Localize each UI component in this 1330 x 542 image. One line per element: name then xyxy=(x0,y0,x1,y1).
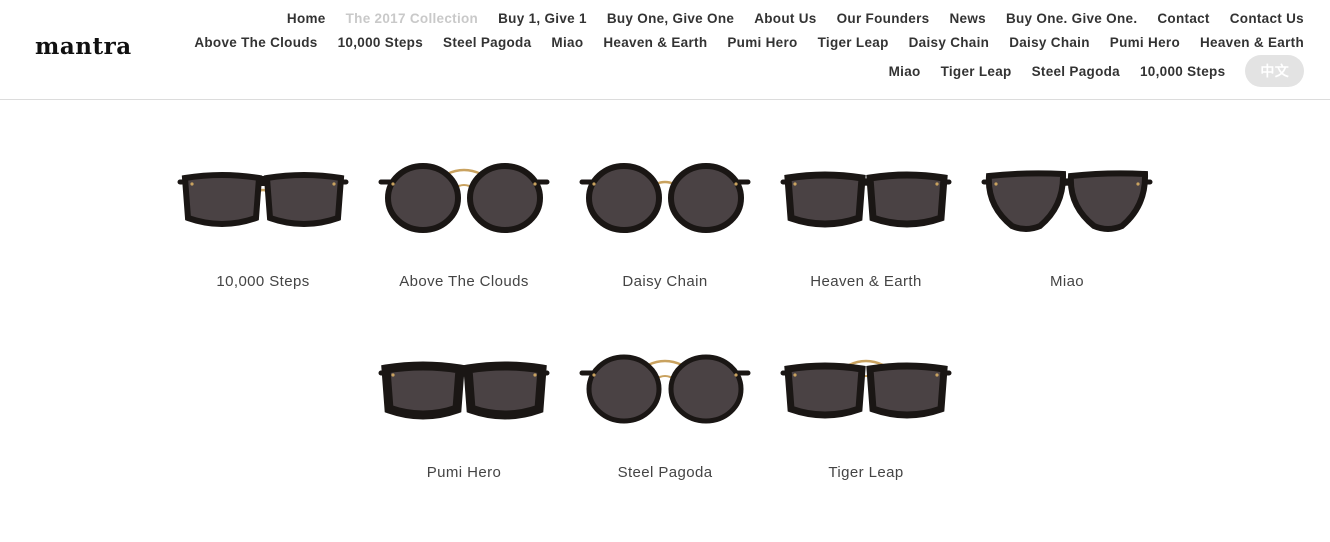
nav-contact[interactable]: Contact xyxy=(1157,11,1209,26)
product-name[interactable]: Heaven & Earth xyxy=(777,273,955,290)
nav-2017-collection[interactable]: The 2017 Collection xyxy=(346,11,479,26)
nav-news[interactable]: News xyxy=(949,11,985,26)
product-name[interactable]: Daisy Chain xyxy=(576,273,754,290)
nav-row-2: Above The Clouds 10,000 Steps Steel Pago… xyxy=(194,35,1304,50)
product-name[interactable]: 10,000 Steps xyxy=(174,273,352,290)
nav-row-3: Miao Tiger Leap Steel Pagoda 10,000 Step… xyxy=(889,55,1304,87)
nav-buy-one-give-one[interactable]: Buy One, Give One xyxy=(607,11,734,26)
nav-miao[interactable]: Miao xyxy=(551,35,583,50)
product-name[interactable]: Tiger Leap xyxy=(777,464,955,481)
nav-pumi-hero-2[interactable]: Pumi Hero xyxy=(1110,35,1180,50)
product-card[interactable]: Pumi Hero xyxy=(375,327,553,481)
nav-pumi-hero[interactable]: Pumi Hero xyxy=(727,35,797,50)
product-row-2: Pumi Hero Steel Pagoda Tiger Leap xyxy=(0,327,1330,481)
product-card[interactable]: Daisy Chain xyxy=(576,136,754,290)
sunglasses-image[interactable] xyxy=(777,136,955,256)
nav-miao-2[interactable]: Miao xyxy=(889,64,921,79)
product-card[interactable]: Heaven & Earth xyxy=(777,136,955,290)
nav-10000-steps-2[interactable]: 10,000 Steps xyxy=(1140,64,1225,79)
nav-contact-us[interactable]: Contact Us xyxy=(1230,11,1304,26)
nav-buy-1-give-1[interactable]: Buy 1, Give 1 xyxy=(498,11,587,26)
brand-logo[interactable]: mantra xyxy=(35,33,132,60)
sunglasses-image[interactable] xyxy=(375,327,553,447)
nav-buy-one-give-one-2[interactable]: Buy One. Give One. xyxy=(1006,11,1137,26)
nav-steel-pagoda[interactable]: Steel Pagoda xyxy=(443,35,531,50)
sunglasses-image[interactable] xyxy=(576,327,754,447)
product-name[interactable]: Steel Pagoda xyxy=(576,464,754,481)
language-toggle-button[interactable]: 中文 xyxy=(1245,55,1304,87)
nav-daisy-chain-2[interactable]: Daisy Chain xyxy=(1009,35,1090,50)
sunglasses-image[interactable] xyxy=(576,136,754,256)
nav-home[interactable]: Home xyxy=(287,11,326,26)
nav-tiger-leap[interactable]: Tiger Leap xyxy=(818,35,889,50)
product-name[interactable]: Above The Clouds xyxy=(375,273,553,290)
site-header: mantra Home The 2017 Collection Buy 1, G… xyxy=(0,0,1330,100)
product-card[interactable]: 10,000 Steps xyxy=(174,136,352,290)
sunglasses-image[interactable] xyxy=(777,327,955,447)
nav-10000-steps[interactable]: 10,000 Steps xyxy=(338,35,423,50)
sunglasses-image[interactable] xyxy=(978,136,1156,256)
product-name[interactable]: Pumi Hero xyxy=(375,464,553,481)
product-card[interactable]: Above The Clouds xyxy=(375,136,553,290)
sunglasses-image[interactable] xyxy=(174,136,352,256)
product-card[interactable]: Steel Pagoda xyxy=(576,327,754,481)
nav-row-1: Home The 2017 Collection Buy 1, Give 1 B… xyxy=(287,11,1304,26)
nav-steel-pagoda-2[interactable]: Steel Pagoda xyxy=(1032,64,1120,79)
sunglasses-image[interactable] xyxy=(375,136,553,256)
nav-daisy-chain[interactable]: Daisy Chain xyxy=(909,35,990,50)
nav-heaven-earth-2[interactable]: Heaven & Earth xyxy=(1200,35,1304,50)
nav-our-founders[interactable]: Our Founders xyxy=(837,11,930,26)
nav-heaven-earth[interactable]: Heaven & Earth xyxy=(603,35,707,50)
nav-above-the-clouds[interactable]: Above The Clouds xyxy=(194,35,317,50)
product-row-1: 10,000 Steps Above The Clouds Daisy Chai… xyxy=(0,136,1330,290)
nav-about-us[interactable]: About Us xyxy=(754,11,816,26)
product-card[interactable]: Miao xyxy=(978,136,1156,290)
product-name[interactable]: Miao xyxy=(978,273,1156,290)
nav-tiger-leap-2[interactable]: Tiger Leap xyxy=(941,64,1012,79)
product-card[interactable]: Tiger Leap xyxy=(777,327,955,481)
